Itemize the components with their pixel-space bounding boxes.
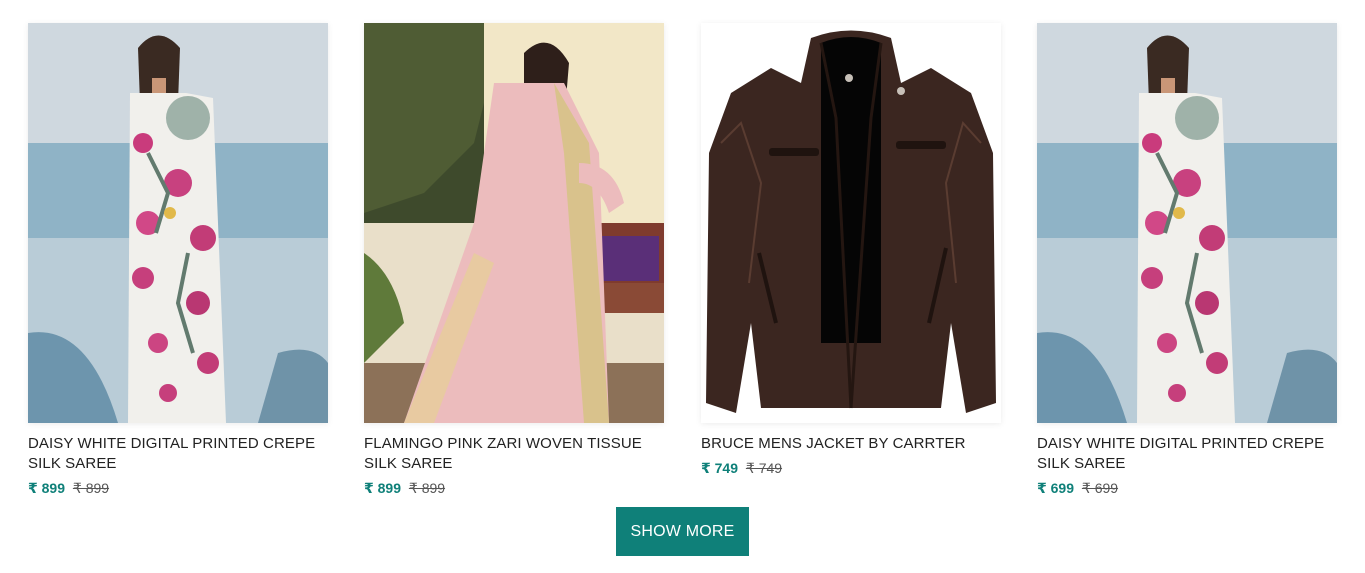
sale-price: ₹ 899 (28, 480, 65, 496)
product-card[interactable]: FLAMINGO PINK ZARI WOVEN TISSUE SILK SAR… (359, 0, 669, 500)
product-title[interactable]: DAISY WHITE DIGITAL PRINTED CREPE SILK S… (1037, 434, 1337, 474)
original-price: ₹ 899 (408, 480, 446, 496)
product-grid: DAISY WHITE DIGITAL PRINTED CREPE SILK S… (0, 0, 1365, 500)
product-card[interactable]: BRUCE MENS JACKET BY CARRTER ₹ 749 ₹ 749 (696, 0, 1006, 500)
product-image-pink-zari-saree[interactable] (364, 23, 664, 423)
price-row: ₹ 699 ₹ 699 (1037, 479, 1118, 497)
price-row: ₹ 899 ₹ 899 (28, 479, 109, 497)
original-price: ₹ 749 (745, 460, 783, 476)
product-image-white-floral-saree[interactable] (28, 23, 328, 423)
original-price: ₹ 699 (1081, 480, 1119, 496)
sale-price: ₹ 749 (701, 460, 738, 476)
show-more-button[interactable]: SHOW MORE (616, 507, 749, 556)
product-title[interactable]: BRUCE MENS JACKET BY CARRTER (701, 434, 1001, 454)
price-row: ₹ 899 ₹ 899 (364, 479, 445, 497)
sale-price: ₹ 899 (364, 480, 401, 496)
product-title[interactable]: FLAMINGO PINK ZARI WOVEN TISSUE SILK SAR… (364, 434, 664, 474)
product-image-leather-jacket[interactable] (701, 23, 1001, 423)
sale-price: ₹ 699 (1037, 480, 1074, 496)
original-price: ₹ 899 (72, 480, 110, 496)
product-image-white-floral-saree[interactable] (1037, 23, 1337, 423)
product-card[interactable]: DAISY WHITE DIGITAL PRINTED CREPE SILK S… (1032, 0, 1342, 500)
product-title[interactable]: DAISY WHITE DIGITAL PRINTED CREPE SILK S… (28, 434, 328, 474)
product-card[interactable]: DAISY WHITE DIGITAL PRINTED CREPE SILK S… (23, 0, 333, 500)
price-row: ₹ 749 ₹ 749 (701, 459, 782, 477)
